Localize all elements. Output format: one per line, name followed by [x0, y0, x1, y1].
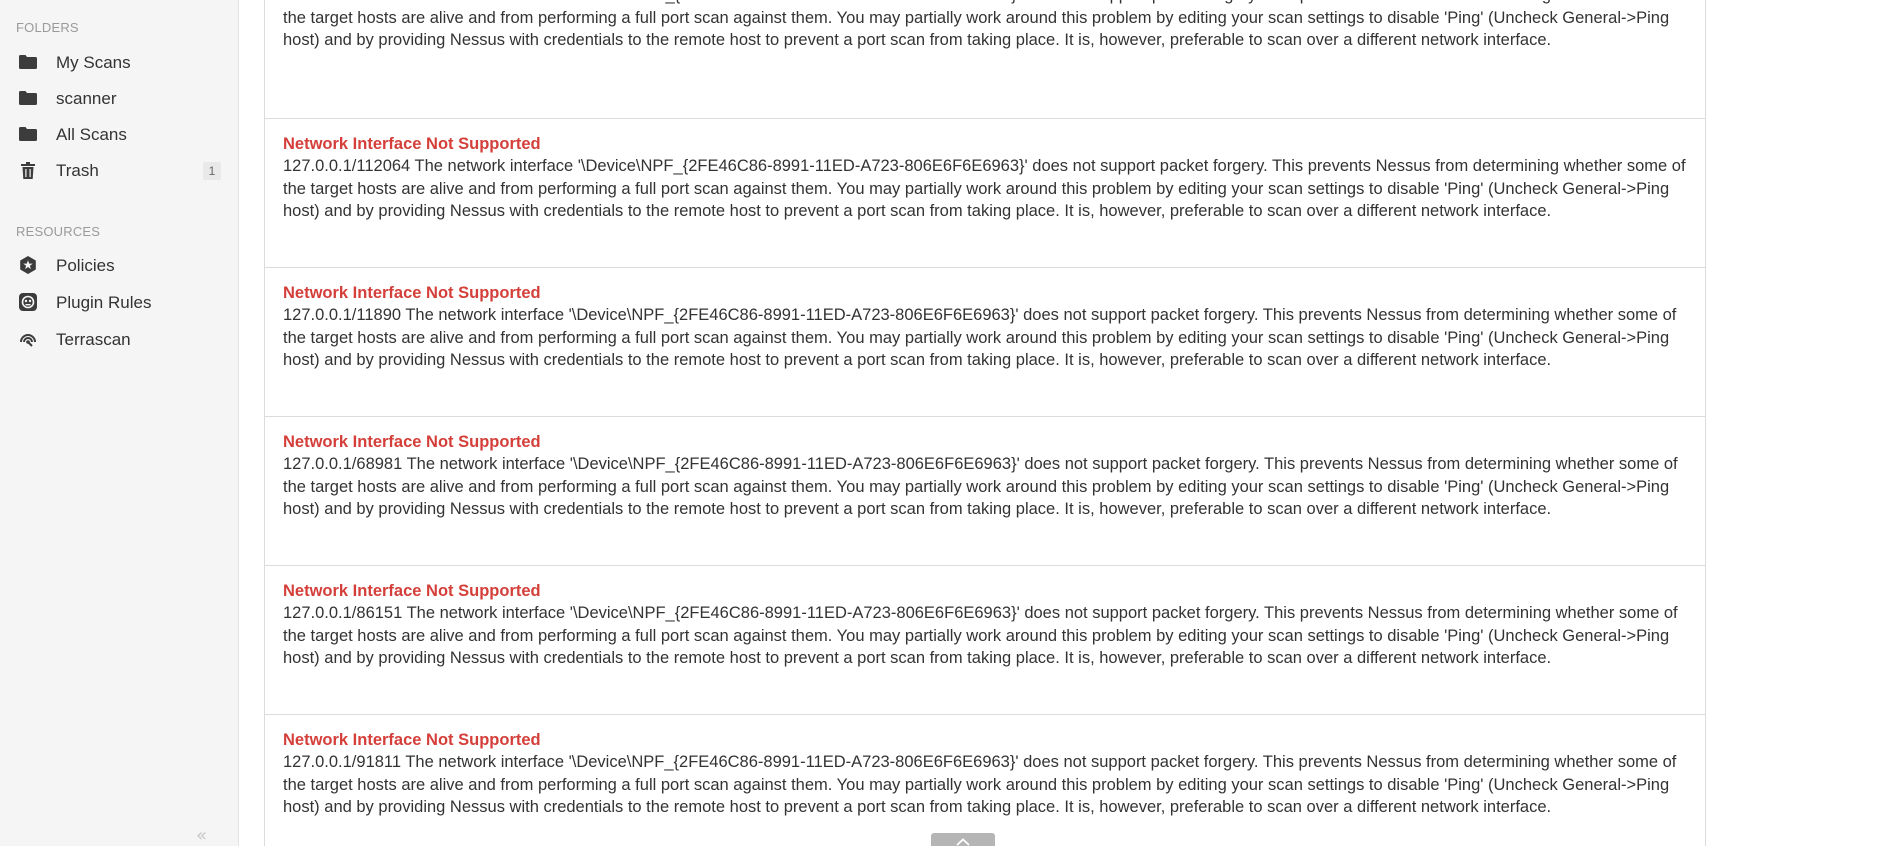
resources-section-label: RESOURCES [16, 224, 101, 239]
plugin-output-list: 127.0.0.1/20000 The network interface '\… [264, 0, 1706, 846]
list-item: 127.0.0.1/20000 The network interface '\… [265, 0, 1705, 119]
sidebar-item-label: My Scans [56, 53, 131, 72]
entry-body: 127.0.0.1/91811 The network interface '\… [283, 753, 1677, 816]
collapse-sidebar-button[interactable]: « [196, 827, 218, 845]
entry-title: Network Interface Not Supported [283, 582, 541, 600]
plugin-rules-icon [18, 293, 38, 311]
sidebar-item-trash[interactable]: Trash 1 [0, 153, 238, 187]
sidebar-item-label: Plugin Rules [56, 293, 152, 312]
list-item: Network Interface Not Supported 127.0.0.… [265, 417, 1705, 566]
app: FOLDERS My Scans scanner All Scans Trash [0, 0, 1897, 846]
list-item: Network Interface Not Supported 127.0.0.… [265, 119, 1705, 268]
sidebar-item-plugin-rules[interactable]: Plugin Rules [0, 285, 238, 319]
entry-title: Network Interface Not Supported [283, 284, 541, 302]
entry-body: 127.0.0.1/11890 The network interface '\… [283, 306, 1677, 369]
trash-count-badge: 1 [203, 162, 221, 180]
sidebar: FOLDERS My Scans scanner All Scans Trash [0, 0, 239, 846]
scroll-to-top-button[interactable] [931, 833, 995, 846]
entry-body: 127.0.0.1/112064 The network interface '… [283, 157, 1686, 220]
sidebar-item-label: Trash [56, 161, 99, 180]
sidebar-item-label: Policies [56, 256, 115, 275]
sidebar-item-label: Terrascan [56, 330, 131, 349]
folder-icon [18, 126, 38, 142]
sidebar-item-label: All Scans [56, 125, 127, 144]
terrascan-icon [18, 331, 38, 347]
list-item: Network Interface Not Supported 127.0.0.… [265, 268, 1705, 417]
folder-icon [18, 54, 38, 70]
folder-icon [18, 90, 38, 106]
trash-icon [18, 161, 38, 179]
policy-badge-icon [18, 256, 38, 274]
sidebar-item-scanner[interactable]: scanner [0, 81, 238, 115]
entry-body: 127.0.0.1/68981 The network interface '\… [283, 455, 1678, 518]
entry-title: Network Interface Not Supported [283, 433, 541, 451]
sidebar-item-my-scans[interactable]: My Scans [0, 45, 238, 79]
sidebar-item-terrascan[interactable]: Terrascan [0, 322, 238, 356]
entry-body: 127.0.0.1/20000 The network interface '\… [283, 0, 1678, 49]
sidebar-item-label: scanner [56, 89, 117, 108]
entry-title: Network Interface Not Supported [283, 135, 541, 153]
entry-body: 127.0.0.1/86151 The network interface '\… [283, 604, 1678, 667]
main-content: 127.0.0.1/20000 The network interface '\… [240, 0, 1897, 846]
list-item: Network Interface Not Supported 127.0.0.… [265, 715, 1705, 846]
entry-title: Network Interface Not Supported [283, 731, 541, 749]
folders-section-label: FOLDERS [16, 20, 79, 35]
chevron-up-icon [956, 833, 970, 846]
sidebar-item-all-scans[interactable]: All Scans [0, 117, 238, 151]
list-item: Network Interface Not Supported 127.0.0.… [265, 566, 1705, 715]
sidebar-item-policies[interactable]: Policies [0, 248, 238, 282]
